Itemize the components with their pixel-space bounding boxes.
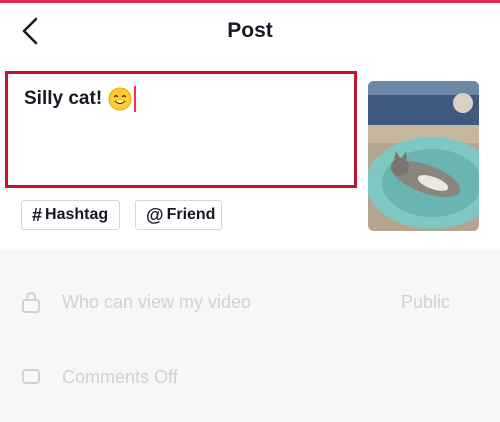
comments-label: Comments Off <box>62 366 178 387</box>
friend-label: Friend <box>166 206 216 223</box>
hashtag-symbol: # <box>32 204 43 225</box>
caption-input[interactable]: Silly cat! <box>5 71 357 188</box>
smiling-face-emoji-icon <box>108 87 132 111</box>
hashtag-label: Hashtag <box>45 206 109 223</box>
page-title: Post <box>227 19 273 42</box>
who-can-view-row[interactable]: Who can view my video Public <box>0 282 500 322</box>
at-symbol: @ <box>146 204 164 225</box>
header: Post <box>0 3 500 59</box>
who-can-view-label: Who can view my video <box>62 291 252 312</box>
who-can-view-value: Public <box>400 291 450 312</box>
hashtag-chip[interactable]: # Hashtag <box>21 200 120 230</box>
comment-icon <box>22 369 40 384</box>
comments-row[interactable]: Comments Off <box>0 357 500 397</box>
caption-text: Silly cat! <box>24 88 103 109</box>
lock-icon <box>22 292 40 313</box>
cat-on-cushion-image <box>368 81 479 231</box>
video-thumbnail[interactable] <box>368 81 479 231</box>
text-cursor <box>134 86 137 112</box>
friend-chip[interactable]: @ Friend <box>135 200 222 230</box>
